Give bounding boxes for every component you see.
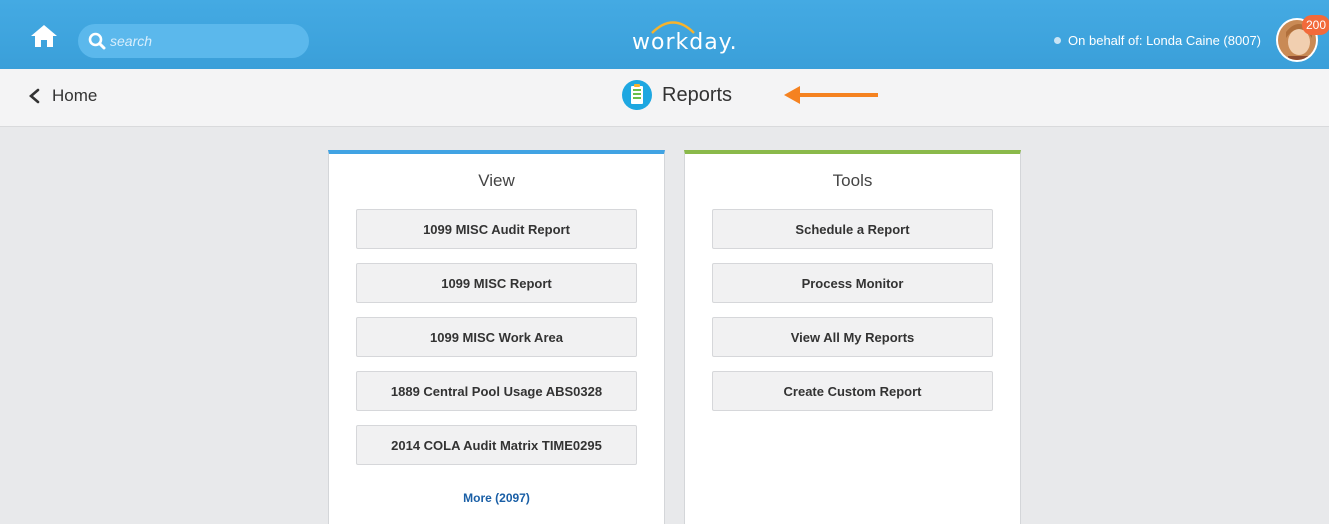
reports-icon (622, 80, 652, 110)
chevron-left-icon (29, 88, 40, 104)
back-label: Home (52, 86, 98, 105)
page-header: Home Reports (0, 69, 1329, 127)
workday-logo[interactable]: workday. (622, 12, 737, 60)
back-home-link[interactable]: Home (28, 86, 97, 106)
home-icon[interactable] (30, 24, 58, 48)
page-title-group: Reports (622, 80, 732, 110)
status-dot-icon (1054, 37, 1062, 44)
logo-text: workday. (632, 30, 738, 55)
notification-badge[interactable]: 200 (1302, 15, 1329, 35)
view-card-title: View (478, 171, 515, 190)
view-report-button[interactable]: 2014 COLA Audit Matrix TIME0295 (356, 425, 637, 465)
view-all-my-reports-button[interactable]: View All My Reports (712, 317, 993, 357)
view-report-button[interactable]: 1099 MISC Work Area (356, 317, 637, 357)
search-icon (88, 32, 106, 50)
create-custom-report-button[interactable]: Create Custom Report (712, 371, 993, 411)
view-report-button[interactable]: 1889 Central Pool Usage ABS0328 (356, 371, 637, 411)
top-bar: workday. On behalf of: Londa Caine (8007… (0, 0, 1329, 69)
search-input[interactable] (110, 30, 300, 52)
view-report-button[interactable]: 1099 MISC Report (356, 263, 637, 303)
process-monitor-button[interactable]: Process Monitor (712, 263, 993, 303)
on-behalf-label[interactable]: On behalf of: Londa Caine (8007) (1054, 33, 1261, 48)
more-reports-link[interactable]: More (2097) (329, 491, 664, 505)
search-box[interactable] (78, 24, 309, 58)
on-behalf-text: On behalf of: Londa Caine (8007) (1068, 33, 1261, 48)
view-report-button[interactable]: 1099 MISC Audit Report (356, 209, 637, 249)
page-title: Reports (662, 83, 733, 106)
tools-card-title: Tools (832, 171, 873, 190)
schedule-report-button[interactable]: Schedule a Report (712, 209, 993, 249)
arrow-left-icon (784, 86, 878, 104)
tools-card: Tools Schedule a Report Process Monitor … (684, 150, 1021, 524)
view-card: View 1099 MISC Audit Report 1099 MISC Re… (328, 150, 665, 524)
